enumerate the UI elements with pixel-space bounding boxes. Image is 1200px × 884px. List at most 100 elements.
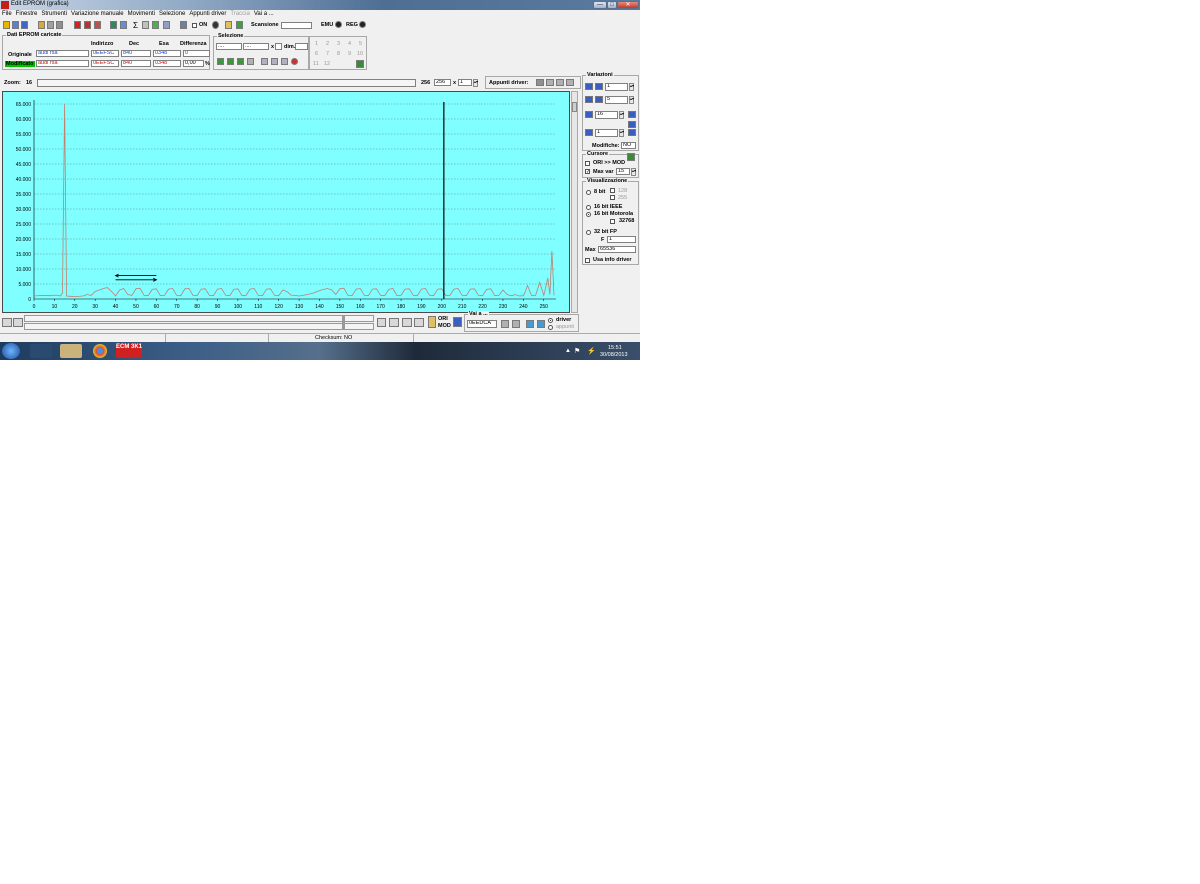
paste-icon[interactable] [94,21,101,29]
radio-16bit-ieee[interactable] [586,205,591,210]
ori-mod-checkbox[interactable] [585,161,590,166]
zoom-width-field[interactable]: 256 [434,79,451,86]
chart-icon[interactable] [120,21,127,29]
monitor-icon[interactable] [180,21,187,29]
goto-list-icon[interactable] [512,320,520,328]
save-icon[interactable] [56,21,63,29]
radio-driver[interactable] [548,318,553,323]
reg-label[interactable]: REG [346,22,358,28]
undo-selection-icon[interactable] [291,58,298,65]
fill-selection-icon[interactable] [281,58,288,65]
modificato-indirizzo-field[interactable]: 0EEFSC [91,60,119,67]
appunti-copy-icon[interactable] [546,79,554,86]
flag-icon[interactable] [453,317,462,327]
nav-ori-label[interactable]: ORI [438,316,448,322]
nav-last-icon[interactable] [414,318,424,327]
menu-selezione[interactable]: Selezione [157,10,187,19]
num-1[interactable]: 1 [315,41,318,47]
on-checkbox[interactable] [192,23,197,28]
vai-a-field[interactable]: 0EEDCA [467,320,497,328]
chart-svg[interactable]: 0 5.000 10.000 15.000 20.000 25.000 30.000 35.0… [3,92,569,312]
document-icon[interactable] [21,21,28,29]
var-step-field-3[interactable]: 16 [595,111,618,119]
var-minus-icon[interactable] [585,83,593,90]
calculator-icon[interactable] [110,21,117,29]
var-pct-minus-icon[interactable] [585,96,593,103]
menu-movimenti[interactable]: Movimenti [126,10,157,19]
num-2[interactable]: 2 [326,41,329,47]
var-step-spinner-2[interactable]: ▴▾ [629,96,634,104]
max-var-spinner[interactable]: ▴▾ [631,168,636,176]
check-255[interactable] [610,195,615,200]
num-4[interactable]: 4 [348,41,351,47]
windows-icon[interactable] [12,21,19,29]
num-12[interactable]: 12 [324,61,330,67]
copy-icon[interactable] [84,21,91,29]
file-explorer-icon[interactable] [60,344,82,358]
open-folder-icon[interactable] [38,21,45,29]
selezione-x-field[interactable] [275,43,282,50]
reg-icon[interactable] [359,21,366,28]
num-7[interactable]: 7 [326,51,329,57]
goto-grid-icon[interactable] [501,320,509,328]
record-icon[interactable] [212,21,219,29]
grid-settings-icon[interactable] [356,60,364,68]
nav-next-page-icon[interactable] [389,318,399,327]
max-var-checkbox[interactable]: ✓ [585,169,590,175]
var-pct-plus-icon[interactable] [595,96,603,103]
appunti-delete-icon[interactable] [566,79,574,86]
zoom-multiplier-spinner[interactable]: ▴▾ [473,79,478,87]
radio-8bit[interactable] [586,190,591,195]
tray-power-icon[interactable]: ⚡ [587,347,596,355]
select-end-icon[interactable] [237,58,244,65]
menu-finestre[interactable]: Finestre [14,10,40,19]
cursore-settings-icon[interactable] [627,153,635,161]
num-8[interactable]: 8 [337,51,340,57]
grid-icon[interactable] [47,21,54,29]
originale-diff-field[interactable]: 0 [183,50,210,57]
position-thumb[interactable] [342,315,345,330]
usa-info-checkbox[interactable] [585,258,590,263]
num-3[interactable]: 3 [337,41,340,47]
home-icon[interactable] [3,21,10,29]
nav-next-icon[interactable] [377,318,386,327]
scansione-select[interactable] [281,22,312,29]
var-set-icon[interactable] [585,111,593,118]
radio-16bit-motorola[interactable] [586,212,591,217]
chrome-icon[interactable] [93,344,107,358]
var-step-field-2[interactable]: 5 [605,96,628,104]
menu-vai-a[interactable]: Vai a ... [252,10,276,19]
selezione-end-field[interactable]: .... [243,43,269,50]
radio-appunti[interactable] [548,325,553,330]
var-apply-icon[interactable] [628,111,636,118]
list-icon[interactable] [163,21,170,29]
nav-prev-page-icon[interactable] [13,318,23,327]
ori-mod-toggle-icon[interactable] [428,316,436,328]
originale-esa-field[interactable]: 0348 [153,50,181,57]
check-128[interactable] [610,188,615,193]
star-icon[interactable] [236,21,243,29]
num-6[interactable]: 6 [315,51,318,57]
emu-label[interactable]: EMU [321,22,333,28]
tray-arrow-icon[interactable]: ▲ [565,348,571,354]
var-step-field-4[interactable]: 1 [595,129,618,137]
nav-mod-label[interactable]: MOD [438,323,451,329]
tools-icon[interactable] [152,21,159,29]
menu-variazione-manuale[interactable]: Variazione manuale [69,10,126,19]
clock-time[interactable]: 15:51 [608,345,622,351]
clock-date[interactable]: 30/08/2013 [600,352,628,358]
var-step-spinner-4[interactable]: ▴▾ [619,129,624,137]
plot-area[interactable]: 0 5.000 10.000 15.000 20.000 25.000 30.000 35.0… [2,91,570,313]
media-player-icon[interactable] [30,344,52,358]
paste-selection-icon[interactable] [271,58,278,65]
num-11[interactable]: 11 [313,61,319,67]
max-var-field[interactable]: 15 [616,168,630,175]
position-scrollbar-top[interactable] [24,315,374,322]
tray-flag-icon[interactable]: ⚑ [574,347,580,355]
zoom-slider[interactable] [37,79,416,87]
var-divide-icon[interactable] [628,129,636,136]
max-select[interactable]: 65536 [598,246,636,253]
ecm-app-button[interactable]: ECM 3K1 [116,344,142,358]
modificato-diff-field[interactable]: 0,00 [183,60,204,67]
num-9[interactable]: 9 [348,51,351,57]
